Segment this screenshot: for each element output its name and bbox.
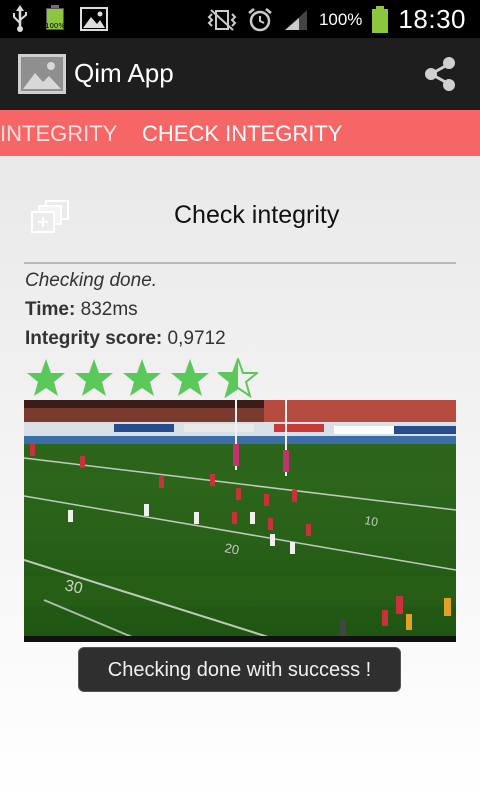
status-bar: 100% 100% 18:30 <box>0 0 480 38</box>
battery-icon <box>372 5 389 34</box>
time-value: 832ms <box>75 299 138 320</box>
star-full-icon <box>27 359 65 396</box>
tab-strip: INTEGRITY CHECK INTEGRITY <box>0 110 480 156</box>
gallery-icon <box>80 7 108 31</box>
video-frame[interactable]: 30 20 10 <box>24 400 456 642</box>
alarm-icon <box>248 7 272 31</box>
tab-integrity[interactable]: INTEGRITY <box>0 121 117 147</box>
battery-percent: 100% <box>318 9 363 29</box>
toast-message: Checking done with success ! <box>78 647 401 692</box>
check-integrity-title: Check integrity <box>174 201 340 229</box>
score-line: Integrity score: 0,9712 <box>25 328 226 350</box>
app-logo-icon[interactable] <box>18 54 66 94</box>
status-text: Checking done. <box>25 270 158 291</box>
usb-icon <box>13 5 27 32</box>
battery-small-icon: 100% <box>44 5 66 33</box>
action-bar: Qim App <box>0 38 480 110</box>
signal-icon <box>284 9 307 30</box>
vibrate-icon <box>207 8 237 31</box>
star-full-icon <box>123 359 161 396</box>
check-integrity-panel: Check integrity Checking done. Time: 832… <box>0 156 480 800</box>
battery-small-percent: 100% <box>44 22 65 30</box>
time-label: Time: <box>25 299 76 320</box>
score-label: Integrity score: <box>25 328 163 349</box>
star-full-icon <box>171 359 209 396</box>
svg-text:20: 20 <box>223 540 240 557</box>
share-icon[interactable] <box>422 56 458 92</box>
toast-text: Checking done with success ! <box>107 659 372 681</box>
status-time: 18:30 <box>398 4 466 34</box>
status-bar-right: 100% 18:30 <box>207 4 466 35</box>
divider <box>24 262 456 264</box>
score-value: 0,9712 <box>162 328 226 349</box>
status-bar-left: 100% <box>10 5 108 33</box>
star-half-icon <box>218 358 258 398</box>
svg-text:10: 10 <box>363 513 379 529</box>
tab-check-integrity[interactable]: CHECK INTEGRITY <box>142 121 342 147</box>
star-full-icon <box>75 359 113 396</box>
time-line: Time: 832ms <box>25 299 138 321</box>
copy-add-icon[interactable] <box>30 200 70 234</box>
app-title: Qim App <box>74 58 174 88</box>
svg-text:30: 30 <box>63 577 84 597</box>
rating-stars <box>26 358 258 398</box>
